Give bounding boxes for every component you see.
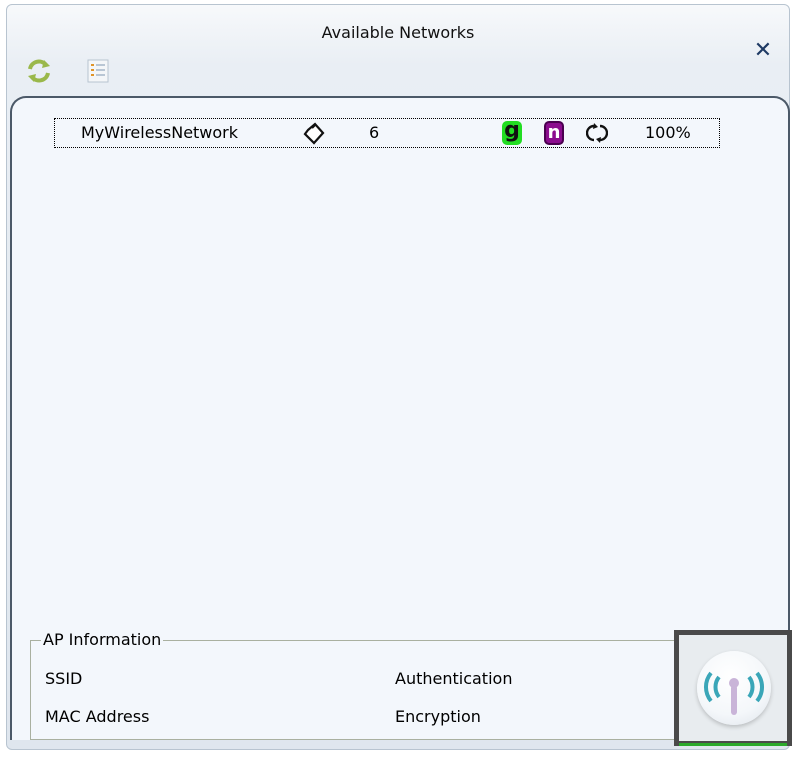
list-view-button[interactable] xyxy=(85,57,113,85)
mode-n-badge-icon: n xyxy=(544,121,564,145)
refresh-icon xyxy=(28,59,50,83)
encryption-label: Encryption xyxy=(395,707,481,726)
ap-information-group: AP Information SSID MAC Address Authenti… xyxy=(30,630,680,740)
ap-information-legend: AP Information xyxy=(41,630,164,649)
ssid-label: SSID xyxy=(45,669,83,688)
network-ssid: MyWirelessNetwork xyxy=(81,123,239,142)
lock-icon xyxy=(302,121,326,151)
window-title: Available Networks xyxy=(321,23,475,42)
mode-g-badge-icon: g xyxy=(502,120,522,145)
network-list-item[interactable]: MyWirelessNetwork 6 g n 100% xyxy=(54,118,720,148)
authentication-label: Authentication xyxy=(395,669,513,688)
refresh-button[interactable] xyxy=(25,57,53,85)
wireless-antenna-icon xyxy=(697,651,771,725)
close-button[interactable]: ✕ xyxy=(751,39,775,63)
wps-icon xyxy=(585,122,609,148)
connection-status-panel[interactable] xyxy=(674,630,792,746)
network-channel: 6 xyxy=(369,123,380,142)
mac-address-label: MAC Address xyxy=(45,707,150,726)
list-view-icon xyxy=(87,59,109,83)
status-indicator-line xyxy=(679,743,787,746)
network-signal-strength: 100% xyxy=(645,123,691,142)
